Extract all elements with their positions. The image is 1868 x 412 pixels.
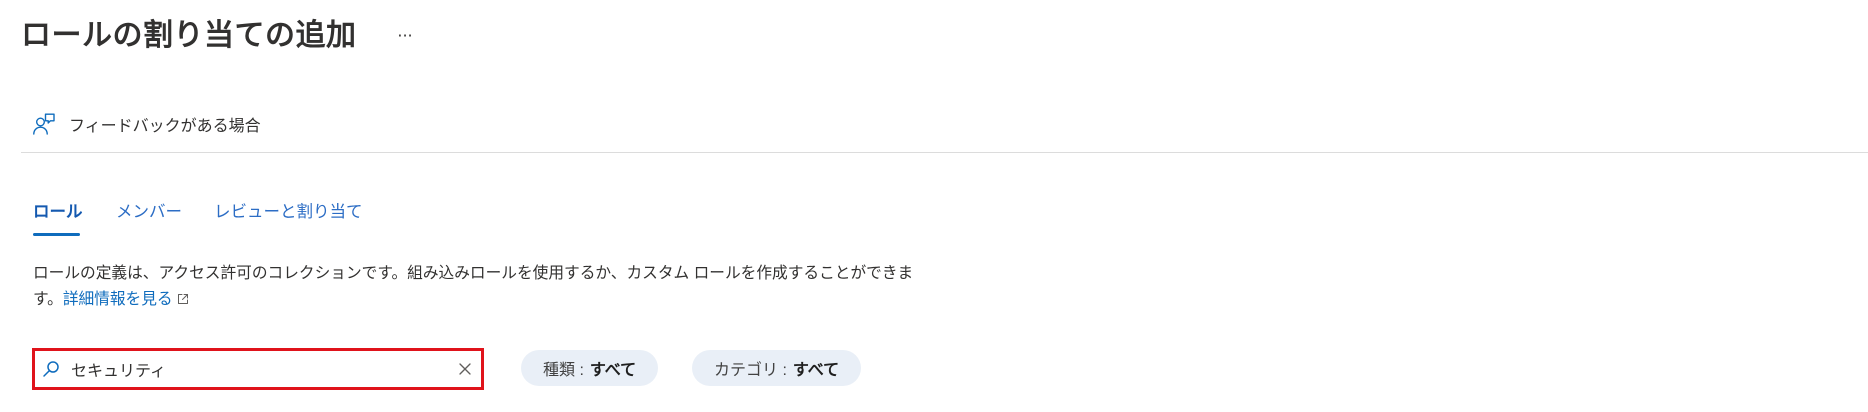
tab-selected-indicator (33, 233, 80, 236)
feedback-button[interactable]: フィードバックがある場合 (28, 108, 265, 140)
search-input[interactable] (71, 354, 453, 384)
filter-category-value: すべて (792, 362, 840, 379)
feedback-icon (32, 112, 56, 136)
filter-type-value: すべて (589, 362, 637, 379)
search-icon (42, 360, 60, 378)
tab-role[interactable]: ロール (33, 196, 83, 228)
filter-category[interactable]: カテゴリ : すべて (692, 350, 862, 386)
tab-members[interactable]: メンバー (116, 196, 182, 228)
clear-search-button[interactable] (453, 357, 477, 381)
more-icon: ··· (397, 26, 413, 45)
page-title: ロールの割り当ての追加 (21, 19, 357, 52)
tab-review-assign[interactable]: レビューと割り当て (214, 196, 363, 228)
external-link-icon (177, 288, 189, 304)
filter-type[interactable]: 種類 : すべて (521, 350, 659, 386)
toolbar-divider (21, 152, 1868, 153)
filter-type-label: 種類 : (543, 362, 584, 379)
filter-category-label: カテゴリ : (714, 362, 787, 379)
learn-more-link[interactable]: 詳細情報を見る (63, 291, 189, 308)
role-search-box (32, 348, 484, 390)
close-icon (458, 362, 472, 376)
more-actions-button[interactable]: ··· (388, 20, 422, 52)
learn-more-label: 詳細情報を見る (62, 291, 173, 308)
feedback-label: フィードバックがある場合 (69, 118, 261, 135)
role-description: ロールの定義は、アクセス許可のコレクションです。組み込みロールを使用するか、カス… (33, 261, 923, 313)
